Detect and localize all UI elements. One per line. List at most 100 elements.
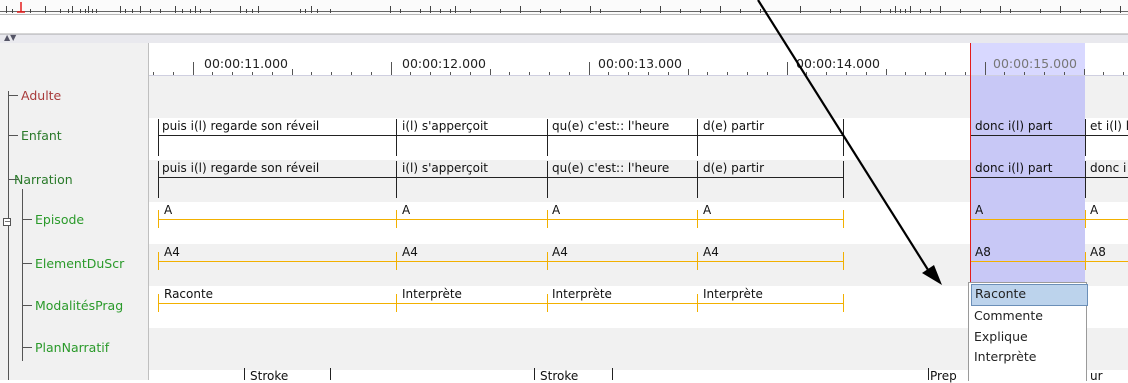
dropdown-option-selected[interactable]: Raconte (971, 284, 1088, 306)
value-dropdown-list[interactable]: Raconte Commente Explique Interprète (968, 282, 1088, 381)
annotation-elementduscr[interactable]: A8 (975, 245, 991, 259)
annotation-enfant[interactable]: et i(l) l (1090, 119, 1128, 133)
ruler-baseline (149, 75, 1128, 76)
overview-tick (140, 6, 141, 13)
overview-tick (455, 6, 456, 13)
overview-tick (700, 9, 701, 13)
overview-tick (258, 6, 259, 13)
overview-tick (880, 9, 881, 13)
bottom-boundary (612, 368, 613, 380)
overview-tick (88, 6, 89, 13)
time-label: 00:00:13.000 (598, 56, 682, 71)
narration-boundary (396, 161, 397, 198)
overview-tick (520, 6, 521, 13)
element-boundary (697, 252, 698, 270)
tier-label-enfant[interactable]: Enfant (21, 128, 62, 143)
overview-tick (150, 9, 151, 13)
enfant-boundary (697, 119, 698, 156)
overview-tick (68, 9, 69, 13)
tier-label-adulte[interactable]: Adulte (21, 88, 61, 103)
tree-line (22, 189, 23, 361)
annotation-enfant[interactable]: donc i(l) part (975, 119, 1081, 133)
annotation-bottom[interactable]: Prep (930, 369, 957, 383)
annotation-narration[interactable]: puis i(l) regarde son réveil (162, 161, 388, 175)
narration-boundary (547, 161, 548, 198)
overview-tick (120, 6, 121, 13)
annotation-narration[interactable]: donc i(l) part (975, 161, 1081, 175)
overview-tick (890, 9, 891, 13)
overview-tick (720, 6, 721, 13)
enfant-boundary (547, 119, 548, 156)
ruler-tick (589, 62, 590, 76)
tree-branch (22, 263, 32, 264)
overview-tick (160, 9, 161, 13)
annotation-bottom[interactable]: Stroke (250, 369, 288, 383)
time-label: 00:00:12.000 (402, 56, 486, 71)
annotation-narration[interactable]: i(l) s'apperçoit (402, 161, 542, 175)
annotation-narration[interactable]: donc i (1090, 161, 1128, 175)
episode-boundary (697, 210, 698, 228)
annotation-elementduscr[interactable]: A4 (552, 245, 568, 259)
overview-tick (132, 9, 133, 13)
narration-boundary (697, 161, 698, 198)
dropdown-option[interactable]: Commente (971, 306, 1086, 326)
annotation-episode[interactable]: A (703, 203, 711, 217)
annotation-modalitesprag[interactable]: Interprète (703, 287, 763, 301)
overview-position-marker[interactable] (16, 0, 26, 14)
annotation-modalitesprag[interactable]: Raconte (164, 287, 213, 301)
modalites-boundary (547, 294, 548, 312)
ruler-tick (193, 62, 194, 76)
overview-tick (200, 9, 201, 13)
element-boundary (396, 252, 397, 270)
annotation-episode[interactable]: A (402, 203, 410, 217)
annotation-elementduscr[interactable]: A8 (1090, 245, 1106, 259)
overview-tick (960, 9, 961, 13)
episode-baseline (158, 219, 843, 220)
enfant-boundary (843, 119, 844, 156)
annotation-elementduscr[interactable]: A4 (164, 245, 180, 259)
overview-tick (430, 6, 431, 13)
annotation-bottom[interactable]: Stroke (540, 369, 578, 383)
annotation-enfant[interactable]: puis i(l) regarde son réveil (162, 119, 388, 133)
episode-baseline (971, 219, 1128, 220)
collapse-arrows-icon[interactable]: ▲▼ (4, 33, 16, 42)
modalites-boundary (158, 294, 159, 312)
bottom-boundary (244, 368, 245, 380)
narration-boundary (158, 161, 159, 198)
tier-label-elementduscr[interactable]: ElementDuScr (35, 256, 124, 271)
overview-ruler[interactable] (0, 0, 1128, 15)
dropdown-option[interactable]: Explique (971, 327, 1086, 347)
overview-tick (540, 9, 541, 13)
overview-tick (190, 9, 191, 13)
annotation-episode[interactable]: A (164, 203, 172, 217)
overview-tick (96, 9, 97, 13)
annotation-narration[interactable]: d(e) partir (703, 161, 838, 175)
overview-tick (900, 9, 901, 13)
annotation-episode[interactable]: A (1090, 203, 1098, 217)
annotation-modalitesprag[interactable]: Interprète (402, 287, 462, 301)
dropdown-option[interactable]: Interprète (971, 347, 1086, 367)
modalites-baseline (158, 303, 843, 304)
tier-label-panel: − Adulte Enfant Narration Episode Elemen… (0, 43, 149, 380)
annotation-modalitesprag[interactable]: Interprète (552, 287, 612, 301)
tier-label-narration[interactable]: Narration (14, 172, 73, 187)
annotation-bottom[interactable]: ur (1090, 369, 1103, 383)
annotation-elementduscr[interactable]: A4 (402, 245, 418, 259)
tier-label-plannarratif[interactable]: PlanNarratif (35, 340, 109, 355)
overview-tick (125, 9, 126, 13)
overview-tick (470, 9, 471, 13)
tree-branch (22, 219, 32, 220)
annotation-elementduscr[interactable]: A4 (703, 245, 719, 259)
annotation-episode[interactable]: A (552, 203, 560, 217)
annotation-narration[interactable]: qu(e) c'est:: l'heure (552, 161, 694, 175)
bottom-boundary (330, 368, 331, 380)
annotation-enfant[interactable]: i(l) s'apperçoit (402, 119, 542, 133)
enfant-boundary (396, 119, 397, 156)
annotation-enfant[interactable]: qu(e) c'est:: l'heure (552, 119, 694, 133)
annotation-enfant[interactable]: d(e) partir (703, 119, 838, 133)
tier-label-episode[interactable]: Episode (35, 212, 84, 227)
expand-toggle-icon[interactable]: − (3, 218, 11, 226)
overview-tick (800, 6, 801, 13)
tier-label-modalitesprag[interactable]: ModalitésPrag (35, 298, 123, 313)
annotation-episode[interactable]: A (975, 203, 983, 217)
